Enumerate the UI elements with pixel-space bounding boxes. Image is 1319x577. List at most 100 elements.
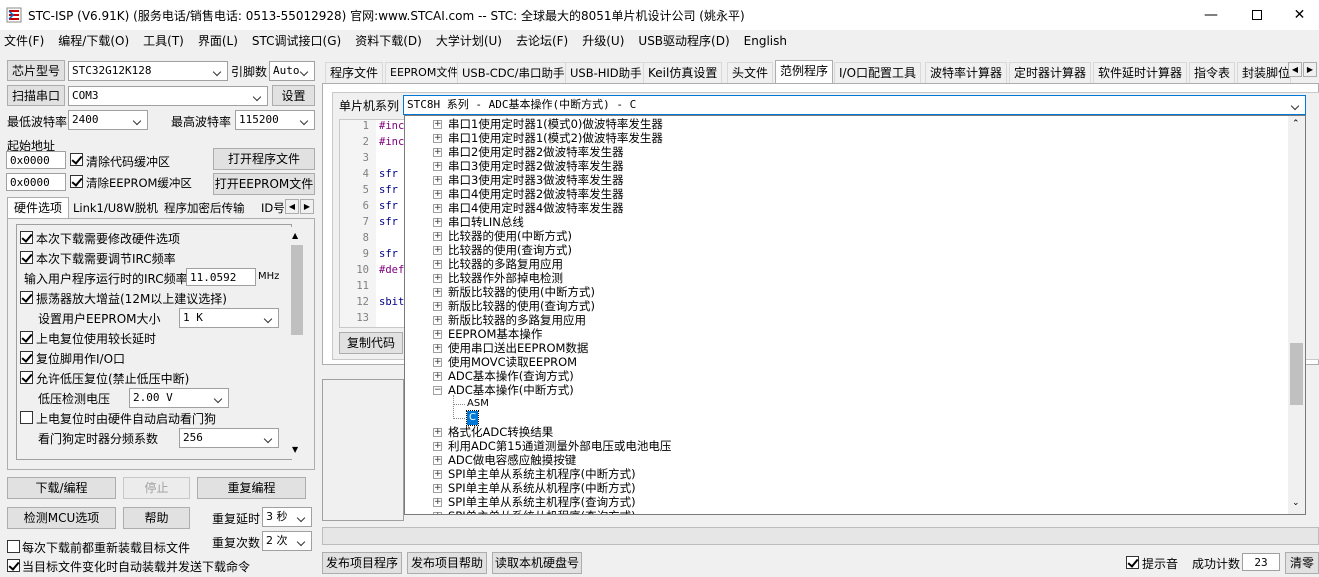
expand-icon[interactable]: + [433, 470, 442, 479]
clear-eeprom-checkbox[interactable] [70, 175, 83, 188]
tab-package-pins[interactable]: 封装脚位 [1237, 62, 1291, 83]
tab-eeprom-file[interactable]: EEPROM文件 [385, 62, 464, 83]
copy-code-button[interactable]: 复制代码 [339, 332, 403, 354]
chip-model-select[interactable]: STC32G12K128 [68, 61, 228, 81]
maximize-icon[interactable] [1234, 0, 1280, 30]
clear-code-checkbox[interactable] [70, 153, 83, 166]
tab-timer-calc[interactable]: 定时器计算器 [1009, 62, 1092, 83]
expand-icon[interactable]: + [433, 484, 442, 493]
repeat-delay-select[interactable]: 3 秒 [262, 507, 312, 527]
expand-icon[interactable]: + [433, 358, 442, 367]
expand-icon[interactable]: + [433, 442, 442, 451]
menu-university[interactable]: 大学计划(U) [436, 34, 502, 48]
close-icon[interactable]: ✕ [1280, 0, 1319, 30]
expand-icon[interactable]: + [433, 162, 442, 171]
tab-link1[interactable]: Link1/U8W脱机 [73, 199, 158, 217]
tab-scroll-left-icon[interactable]: ◀ [1288, 62, 1302, 77]
menu-forum[interactable]: 去论坛(F) [516, 34, 568, 48]
output-log[interactable] [322, 379, 404, 521]
pin-count-select[interactable]: Auto [269, 61, 315, 81]
expand-icon[interactable]: + [433, 190, 442, 199]
expand-icon[interactable]: + [433, 120, 442, 129]
tab-hardware[interactable]: 硬件选项 [7, 197, 70, 219]
tab-baud-calc[interactable]: 波特率计算器 [925, 62, 1008, 83]
irc-frequency-input[interactable]: 11.0592 [186, 268, 256, 286]
expand-icon[interactable]: + [433, 344, 442, 353]
tree-scrollbar[interactable]: ⌃ ⌄ [1288, 116, 1305, 514]
open-eeprom-button[interactable]: 打开EEPROM文件 [213, 173, 315, 195]
expand-icon[interactable]: + [433, 232, 442, 241]
expand-icon[interactable]: + [433, 316, 442, 325]
publish-help-button[interactable]: 发布项目帮助 [407, 552, 487, 574]
code-address-input[interactable]: 0x0000 [6, 151, 66, 169]
expand-icon[interactable]: + [433, 218, 442, 227]
repeat-count-select[interactable]: 2 次 [262, 531, 312, 551]
expand-icon[interactable]: + [433, 204, 442, 213]
tab-scroll-right-icon[interactable]: ▶ [1303, 62, 1317, 77]
tab-header-file[interactable]: 头文件 [727, 62, 774, 83]
publish-program-button[interactable]: 发布项目程序 [322, 552, 402, 574]
sound-checkbox[interactable] [1126, 556, 1139, 569]
menu-usb-driver[interactable]: USB驱动程序(D) [638, 34, 729, 48]
auto-reload-checkbox[interactable] [7, 559, 20, 572]
min-baud-select[interactable]: 2400 [68, 110, 148, 130]
expand-icon[interactable]: + [433, 456, 442, 465]
menu-view[interactable]: 界面(L) [198, 34, 238, 48]
detect-mcu-button[interactable]: 检测MCU选项 [7, 507, 116, 529]
download-button[interactable]: 下载/编程 [7, 477, 116, 499]
expand-icon[interactable]: + [433, 246, 442, 255]
expand-icon[interactable]: + [433, 148, 442, 157]
tab-id[interactable]: ID号 [261, 199, 285, 217]
tab-io-config[interactable]: I/O口配置工具 [834, 62, 922, 83]
reload-each-checkbox[interactable] [7, 540, 20, 553]
expand-icon[interactable]: + [433, 176, 442, 185]
chevron-down-icon[interactable]: ⌄ [1292, 498, 1300, 508]
osc-gain-checkbox[interactable] [20, 291, 33, 304]
scan-port-button[interactable]: 扫描串口 [7, 85, 65, 106]
tab-encrypt[interactable]: 程序加密后传输 [164, 199, 245, 217]
tab-usb-hid[interactable]: USB-HID助手 [565, 62, 647, 83]
port-select[interactable]: COM3 [68, 86, 268, 106]
stop-button[interactable]: 停止 [123, 477, 190, 499]
series-dropdown-tree[interactable]: + 串口1使用定时器1(模式0)做波特率发生器 + 串口1使用定时器1(模式2)做波特… [404, 115, 1306, 515]
max-baud-select[interactable]: 115200 [235, 110, 315, 130]
chevron-up-icon[interactable]: ▲ [292, 231, 298, 240]
tab-delay-calc[interactable]: 软件延时计算器 [1093, 62, 1188, 83]
menu-file[interactable]: 文件(F) [4, 34, 44, 48]
options-scrollbar[interactable]: ▲ ▼ [289, 227, 305, 459]
open-program-button[interactable]: 打开程序文件 [213, 148, 315, 170]
tab-examples[interactable]: 范例程序 [775, 60, 834, 84]
scroll-thumb[interactable] [291, 245, 303, 335]
expand-icon[interactable]: + [433, 288, 442, 297]
expand-icon[interactable]: + [433, 428, 442, 437]
menu-english[interactable]: English [744, 34, 787, 48]
expand-icon[interactable]: + [433, 372, 442, 381]
expand-icon[interactable]: + [433, 274, 442, 283]
clear-count-button[interactable]: 清零 [1285, 552, 1319, 574]
menu-tools[interactable]: 工具(T) [143, 34, 184, 48]
reprogram-button[interactable]: 重复编程 [197, 477, 306, 499]
watchdog-checkbox[interactable] [20, 411, 33, 424]
chevron-down-icon[interactable]: ▼ [292, 445, 298, 454]
wdt-divider-select[interactable]: 256 [179, 428, 279, 448]
menu-debug[interactable]: STC调试接口(G) [252, 34, 341, 48]
chevron-up-icon[interactable]: ⌃ [1292, 119, 1300, 129]
expand-icon[interactable]: + [433, 330, 442, 339]
scroll-thumb[interactable] [1290, 343, 1303, 405]
tab-usb-cdc[interactable]: USB-CDC/串口助手 [457, 62, 570, 83]
tab-program-file[interactable]: 程序文件 [325, 62, 384, 83]
eeprom-size-select[interactable]: 1 K [179, 308, 279, 328]
reset-io-checkbox[interactable] [20, 351, 33, 364]
low-voltage-reset-checkbox[interactable] [20, 371, 33, 384]
modify-hw-checkbox[interactable] [20, 231, 33, 244]
collapse-icon[interactable]: − [433, 386, 442, 395]
expand-icon[interactable]: + [433, 260, 442, 269]
menu-program[interactable]: 编程/下载(O) [58, 34, 129, 48]
expand-icon[interactable]: + [433, 302, 442, 311]
expand-icon[interactable]: + [433, 512, 442, 514]
settings-button[interactable]: 设置 [272, 85, 315, 106]
expand-icon[interactable]: + [433, 498, 442, 507]
tab-keil-sim[interactable]: Keil仿真设置 [643, 62, 723, 83]
menu-upgrade[interactable]: 升级(U) [582, 34, 624, 48]
expand-icon[interactable]: + [433, 134, 442, 143]
